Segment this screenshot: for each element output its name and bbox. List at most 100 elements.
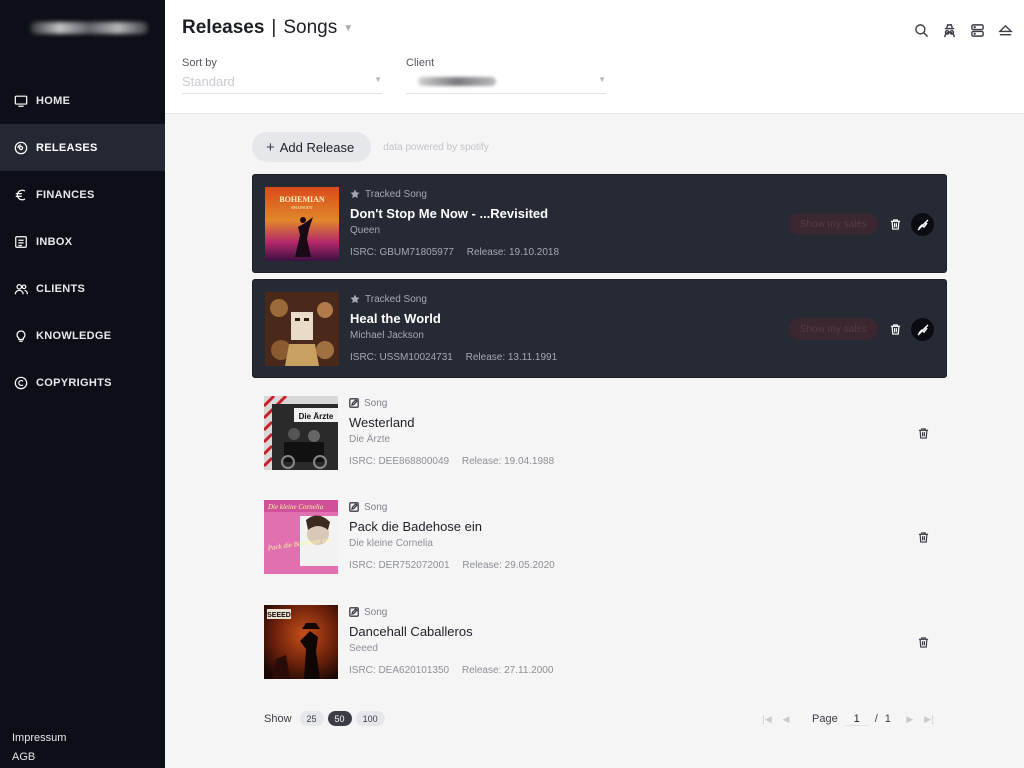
- show-my-sales-button[interactable]: Show my sales: [788, 213, 878, 235]
- page-title-main: Releases: [182, 17, 265, 38]
- album-cover: BOHEMIAN RHAPSODY: [265, 187, 339, 261]
- delete-button[interactable]: [916, 530, 930, 544]
- page-size-50[interactable]: 50: [327, 711, 352, 726]
- next-page-icon[interactable]: ▶: [903, 714, 917, 725]
- cover-subtitle-text: RHAPSODY: [291, 205, 313, 210]
- eject-icon: [997, 24, 1013, 35]
- release-card[interactable]: SEEED Song Dancehall Caballeros Seeed IS…: [252, 593, 947, 692]
- release-artist: Die kleine Cornelia: [349, 538, 433, 549]
- add-release-button[interactable]: + Add Release: [252, 132, 372, 162]
- sidebar-item-label: FINANCES: [36, 188, 95, 201]
- page-total: 1: [884, 713, 891, 725]
- last-page-icon[interactable]: ▶|: [922, 714, 936, 725]
- header-actions: [902, 21, 1014, 39]
- sidebar-item-inbox[interactable]: INBOX: [0, 218, 165, 265]
- release-meta: ISRC: USSM10024731 Release: 13.11.1991: [350, 352, 557, 363]
- copyright-icon: [14, 376, 28, 389]
- album-cover: [265, 292, 339, 366]
- release-meta: ISRC: DEA620101350 Release: 27.11.2000: [349, 665, 553, 676]
- untrack-button[interactable]: [911, 213, 934, 236]
- release-title[interactable]: Dancehall Caballeros: [349, 624, 553, 639]
- album-cover: SEEED: [264, 605, 338, 679]
- agb-link[interactable]: AGB: [12, 748, 66, 767]
- untrack-icon: [916, 218, 929, 231]
- release-title[interactable]: Westerland: [349, 415, 554, 430]
- release-kind-label: Tracked Song: [365, 188, 427, 200]
- add-release-label: Add Release: [279, 139, 355, 155]
- untrack-icon: [916, 323, 929, 336]
- trash-icon: [918, 636, 928, 648]
- chevron-down-icon[interactable]: ▼: [343, 23, 353, 34]
- page-number-input[interactable]: [844, 712, 869, 726]
- untrack-button[interactable]: [911, 318, 934, 341]
- sidebar-item-releases[interactable]: RELEASES: [0, 124, 165, 171]
- release-date: Release: 13.11.1991: [465, 352, 558, 363]
- sidebar-item-copyrights[interactable]: COPYRIGHTS: [0, 359, 165, 406]
- song-edit-icon: [349, 502, 359, 512]
- search-icon: [914, 23, 928, 37]
- release-kind: Song: [349, 500, 555, 514]
- sidebar-item-finances[interactable]: FINANCES: [0, 171, 165, 218]
- sidebar-item-clients[interactable]: CLIENTS: [0, 265, 165, 312]
- disc-icon: [14, 141, 28, 154]
- chevron-down-icon: ▼: [598, 75, 606, 84]
- sidebar-nav: HOME RELEASES FINANCES INBOX CLIENTS KNO…: [0, 77, 165, 406]
- sidebar-item-knowledge[interactable]: KNOWLEDGE: [0, 312, 165, 359]
- release-kind: Tracked Song: [350, 292, 557, 306]
- server-button[interactable]: [968, 21, 986, 39]
- release-info: Tracked Song Don't Stop Me Now - ...Revi…: [350, 187, 559, 259]
- album-cover: Die kleine Cornelia Pack die Badehose ei…: [264, 500, 338, 574]
- release-kind-label: Song: [364, 606, 388, 618]
- lightbulb-icon: [16, 329, 26, 342]
- release-title[interactable]: Pack die Badehose ein: [349, 519, 555, 534]
- cover-title-text: Die Ärzte: [299, 412, 334, 421]
- release-artist: Die Ärzte: [349, 434, 391, 445]
- delete-button[interactable]: [916, 635, 930, 649]
- logo[interactable]: [30, 22, 148, 34]
- release-card[interactable]: Tracked Song Heal the World Michael Jack…: [252, 279, 947, 378]
- star-icon: [350, 294, 360, 304]
- cover-title-text: Die kleine Cornelia: [267, 503, 324, 511]
- title-separator: |: [271, 17, 277, 38]
- sidebar-item-home[interactable]: HOME: [0, 77, 165, 124]
- delete-button[interactable]: [888, 217, 902, 231]
- page-size-100[interactable]: 100: [355, 711, 385, 726]
- page-title[interactable]: Releases | Songs ▼: [182, 17, 353, 39]
- sidebar: HOME RELEASES FINANCES INBOX CLIENTS KNO…: [0, 0, 165, 768]
- trash-icon: [890, 323, 900, 335]
- release-title[interactable]: Don't Stop Me Now - ...Revisited: [350, 206, 559, 221]
- sidebar-item-label: HOME: [36, 94, 71, 107]
- release-card[interactable]: Die Ärzte Song Westerland Die Ärzte ISRC…: [252, 384, 947, 483]
- header: Releases | Songs ▼ Sort by Standard ▼ Cl…: [165, 0, 1024, 114]
- song-edit-icon: [349, 607, 359, 617]
- trash-icon: [918, 427, 928, 439]
- powered-by-text: data powered by spotify: [383, 141, 489, 153]
- client-value-redacted: [418, 77, 496, 86]
- release-meta: ISRC: DEE868800049 Release: 19.04.1988: [349, 456, 554, 467]
- song-edit-icon: [349, 398, 359, 408]
- cover-title-text: BOHEMIAN: [279, 195, 325, 204]
- first-page-icon[interactable]: |◀: [760, 714, 774, 725]
- release-artist: Queen: [350, 225, 381, 236]
- search-button[interactable]: [912, 21, 930, 39]
- page-title-sub: Songs: [283, 17, 338, 38]
- page-size-25[interactable]: 25: [299, 711, 324, 726]
- release-date: Release: 29.05.2020: [462, 560, 555, 571]
- release-card[interactable]: BOHEMIAN RHAPSODY Tracked Song Don't Sto…: [252, 174, 947, 273]
- inbox-icon: [15, 235, 27, 248]
- release-isrc: ISRC: USSM10024731: [350, 352, 453, 363]
- toolbar: + Add Release data powered by spotify: [252, 132, 489, 162]
- star-icon: [350, 189, 360, 199]
- prev-page-icon[interactable]: ◀: [779, 714, 793, 725]
- release-title[interactable]: Heal the World: [350, 311, 557, 326]
- sort-value: Standard: [182, 74, 235, 89]
- delete-button[interactable]: [888, 322, 902, 336]
- delete-button[interactable]: [916, 426, 930, 440]
- sort-select[interactable]: Standard ▼: [182, 70, 382, 94]
- show-my-sales-button[interactable]: Show my sales: [788, 318, 878, 340]
- spy-button[interactable]: [940, 21, 958, 39]
- eject-button[interactable]: [996, 21, 1014, 39]
- release-card[interactable]: Die kleine Cornelia Pack die Badehose ei…: [252, 488, 947, 587]
- impressum-link[interactable]: Impressum: [12, 729, 66, 748]
- client-select[interactable]: ▼: [406, 70, 606, 94]
